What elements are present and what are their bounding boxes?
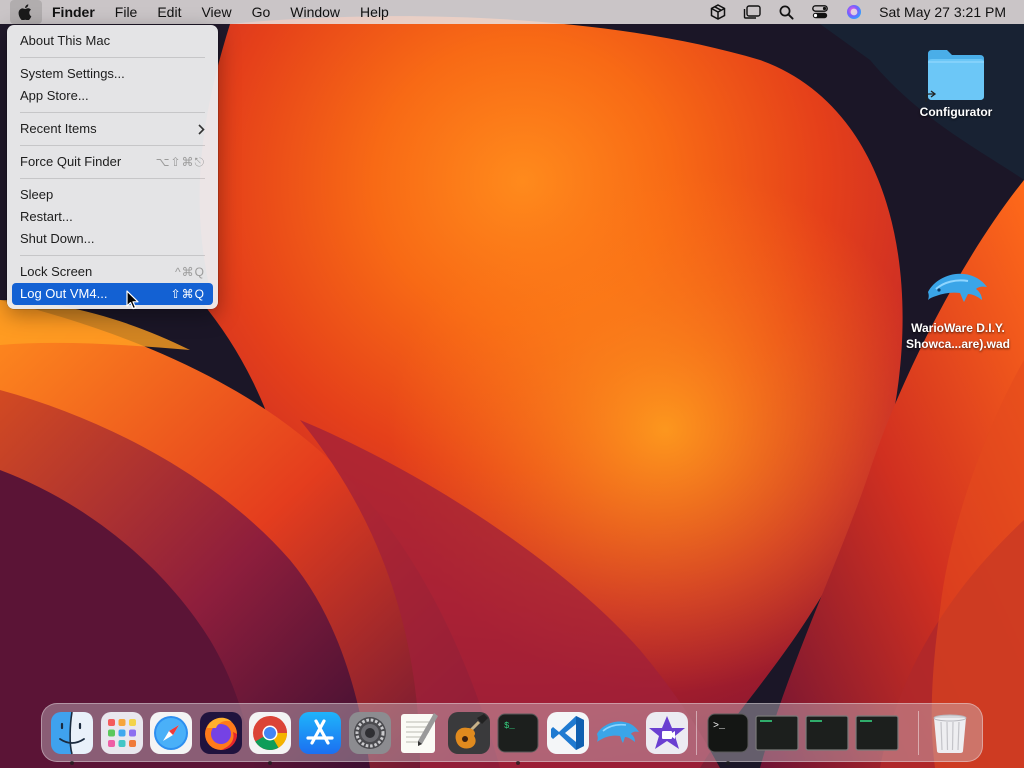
apple-logo-icon [18, 4, 32, 20]
menu-item-restart[interactable]: Restart... [12, 206, 213, 228]
dock-separator [917, 710, 919, 755]
dock-dolphin[interactable] [595, 710, 641, 756]
app-store-icon [298, 711, 341, 754]
dock-safari[interactable] [148, 710, 194, 756]
desktop-item-label: Showca...are).wad [905, 337, 1011, 351]
menu-item-label: Shut Down... [20, 231, 95, 246]
menu-item-lock-screen[interactable]: Lock Screen ^⌘Q [12, 261, 213, 283]
terminal-window-icon [854, 714, 899, 751]
desktop-item-label: WarioWare D.I.Y. [911, 321, 1005, 335]
dolphin-icon [596, 721, 639, 743]
desktop-item-configurator[interactable]: Configurator [908, 44, 1004, 120]
spotlight-search-icon[interactable] [769, 0, 803, 24]
menu-item-label: Sleep [20, 187, 54, 202]
menu-item-about-this-mac[interactable]: About This Mac [12, 30, 213, 52]
menu-file[interactable]: File [105, 0, 148, 24]
menu-go[interactable]: Go [242, 0, 281, 24]
menu-separator [20, 57, 205, 58]
apple-menu-button[interactable] [10, 0, 42, 24]
terminal-icon: $_ [497, 713, 539, 752]
terminal-window-icon [805, 714, 849, 751]
menu-item-label: Restart... [20, 209, 73, 224]
svg-text:$_: $_ [504, 721, 515, 731]
dock-terminal-window-1[interactable]: >_ [705, 710, 751, 765]
dock-terminal-window-4[interactable] [854, 710, 900, 756]
dock-textedit[interactable] [396, 710, 442, 756]
menu-item-label: Recent Items [20, 121, 97, 136]
menu-item-label: App Store... [20, 88, 89, 103]
folder-alias-icon [925, 50, 984, 102]
dock: $_ >_ [41, 703, 983, 765]
dock-chrome[interactable] [247, 710, 293, 765]
safari-icon [150, 711, 193, 754]
mouse-pointer-icon [126, 290, 139, 310]
dock-system-settings[interactable] [347, 710, 393, 756]
menubar-clock[interactable]: Sat May 27 3:21 PM [871, 4, 1006, 20]
dock-garageband[interactable] [446, 710, 492, 756]
desktop-item-warioware-wad[interactable]: WarioWare D.I.Y. Showca...are).wad [896, 262, 1020, 352]
chrome-icon [249, 711, 292, 754]
running-indicator [725, 760, 730, 765]
dock-firefox[interactable] [198, 710, 244, 756]
menu-item-label: System Settings... [20, 66, 125, 81]
dock-app-store[interactable] [297, 710, 343, 756]
menu-item-log-out[interactable]: Log Out VM4... ⇧⌘Q [12, 283, 213, 305]
terminal-icon: >_ [707, 713, 749, 752]
menu-item-system-settings[interactable]: System Settings... [12, 63, 213, 85]
app-menu-finder[interactable]: Finder [42, 0, 105, 24]
finder-icon [51, 711, 93, 754]
svg-text:>_: >_ [713, 721, 726, 732]
dock-imovie[interactable] [644, 710, 690, 756]
menu-separator [20, 255, 205, 256]
menu-item-label: Log Out VM4... [20, 286, 108, 301]
menu-item-label: Force Quit Finder [20, 154, 122, 169]
menu-item-label: Lock Screen [20, 264, 93, 279]
menu-bar: Finder File Edit View Go Window Help Sat… [0, 0, 1024, 24]
vscode-icon [546, 711, 589, 754]
dolphin-icon [928, 273, 987, 302]
launchpad-icon [100, 711, 143, 754]
menu-item-app-store[interactable]: App Store... [12, 85, 213, 107]
running-indicator [70, 760, 74, 765]
dock-trash[interactable] [927, 710, 973, 756]
siri-icon[interactable] [837, 0, 871, 24]
menu-separator [20, 112, 205, 113]
menu-separator [20, 145, 205, 146]
guitar-icon [447, 711, 490, 754]
menu-separator [20, 178, 205, 179]
menu-edit[interactable]: Edit [147, 0, 191, 24]
desktop-item-label: Configurator [919, 105, 993, 119]
menu-item-shortcut: ⌥⇧⌘⎋ [155, 155, 205, 169]
menu-window[interactable]: Window [280, 0, 350, 24]
imovie-star-icon [646, 711, 689, 754]
terminal-window-icon [755, 714, 799, 751]
menu-item-sleep[interactable]: Sleep [12, 184, 213, 206]
dock-terminal-window-2[interactable] [754, 710, 800, 756]
stage-manager-icon[interactable] [735, 0, 769, 24]
running-indicator [516, 760, 521, 765]
menu-item-label: About This Mac [20, 33, 111, 48]
dock-terminal-app[interactable]: $_ [495, 710, 541, 765]
menu-view[interactable]: View [191, 0, 241, 24]
menu-item-shortcut: ^⌘Q [175, 265, 205, 279]
dock-vscode[interactable] [545, 710, 591, 756]
apple-menu-dropdown: About This Mac System Settings... App St… [7, 25, 218, 309]
menu-help[interactable]: Help [350, 0, 399, 24]
dock-terminal-window-3[interactable] [804, 710, 850, 756]
dock-finder[interactable] [49, 710, 95, 765]
running-indicator [268, 760, 273, 765]
menu-item-shut-down[interactable]: Shut Down... [12, 228, 213, 250]
settings-gear-icon [348, 711, 391, 754]
textedit-icon [401, 712, 439, 753]
chevron-right-icon [198, 123, 205, 135]
box-icon[interactable] [701, 0, 735, 24]
menu-item-recent-items[interactable]: Recent Items [12, 118, 213, 140]
control-center-icon[interactable] [803, 0, 837, 24]
trash-icon [933, 714, 966, 753]
menu-item-force-quit[interactable]: Force Quit Finder ⌥⇧⌘⎋ [12, 151, 213, 173]
firefox-icon [199, 711, 242, 754]
dock-launchpad[interactable] [99, 710, 145, 756]
menu-item-shortcut: ⇧⌘Q [170, 287, 205, 301]
dock-separator [695, 710, 697, 755]
